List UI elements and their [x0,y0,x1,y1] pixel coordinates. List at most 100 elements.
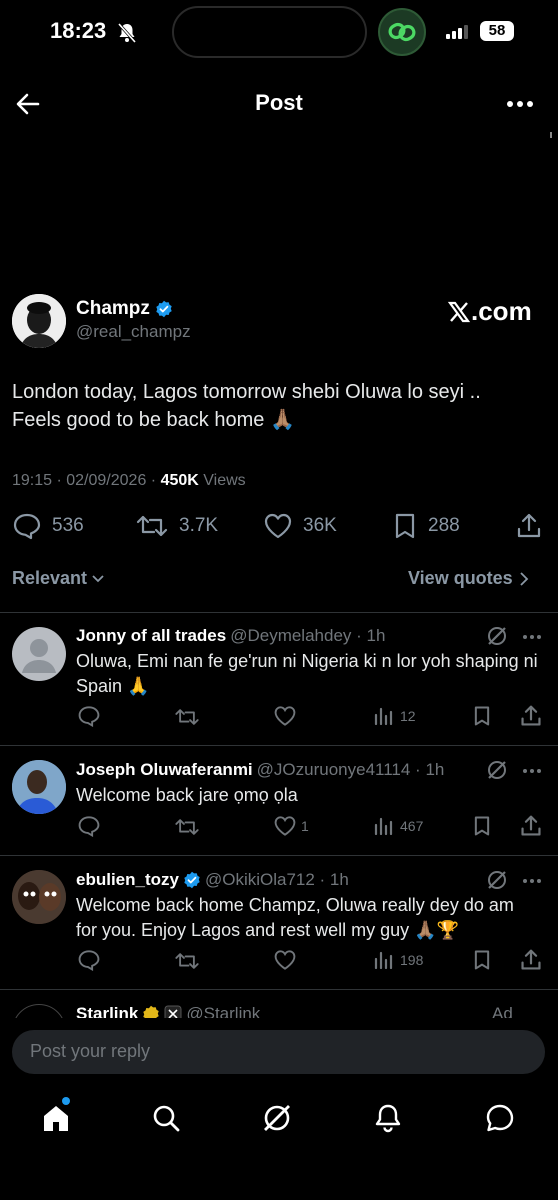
like-count: 36K [303,515,337,536]
tab-home[interactable] [38,1100,74,1136]
share-button[interactable] [516,512,542,540]
grok-icon [488,627,506,645]
reply-like-count: 1 [301,818,309,834]
repost-button[interactable]: 3.7K [135,512,218,540]
bookmark-icon [474,950,490,970]
reply-share-button[interactable] [520,704,542,728]
reply-share-button[interactable] [520,948,542,972]
bell-muted-icon [117,22,137,44]
user-photo-icon [12,760,66,814]
grok-button[interactable] [486,869,508,891]
x-dot-com-watermark: .com [447,296,532,327]
reply-author-name[interactable]: ebulien_tozy [76,870,179,890]
signal-icon [446,25,472,39]
reply-views-count: 198 [400,952,424,968]
reply-button[interactable]: 536 [12,512,84,540]
reply-repost-button[interactable] [174,706,200,728]
bell-icon [375,1104,401,1133]
more-horizontal-icon [507,101,533,107]
sort-dropdown[interactable]: Relevant [12,568,105,589]
reply-bookmark-button[interactable] [472,815,492,837]
reply-icon [13,513,41,540]
reply-count: 536 [52,515,84,536]
view-quotes-label: View quotes [408,568,513,588]
page-title: Post [255,90,303,115]
home-icon [44,1106,68,1131]
tab-messages[interactable] [482,1100,518,1136]
view-quotes-link[interactable]: View quotes [408,568,529,589]
reply-author-name[interactable]: Joseph Oluwaferanmi [76,760,253,780]
reply-handle-time[interactable]: @JOzuruonye41114 · 1h [257,760,445,780]
chevron-down-icon [92,574,104,582]
reply-repost-button[interactable] [174,816,200,838]
reply-composer[interactable] [12,1030,545,1074]
grok-button[interactable] [486,625,508,647]
repost-icon [175,709,199,725]
reply-avatar[interactable] [12,870,66,924]
more-options-button[interactable] [506,100,534,108]
bookmark-icon [474,706,490,726]
divider [0,855,558,856]
link-icon [388,22,416,42]
reply-share-button[interactable] [520,814,542,838]
reply-icon [78,706,100,727]
reply-views-button[interactable]: 12 [374,707,416,725]
user-photo-icon [12,870,66,924]
bookmark-button[interactable]: 288 [392,512,460,540]
source-text: .com [471,296,532,326]
author-avatar[interactable] [12,294,66,348]
reply-views-button[interactable]: 467 [374,817,423,835]
views-chart-icon [374,817,393,835]
share-icon [521,705,541,726]
share-icon [517,513,541,538]
reply-like-button[interactable] [273,949,301,971]
author-name-row[interactable]: Champz [76,298,173,320]
like-button[interactable]: 36K [263,512,337,540]
views-label: Views [198,472,246,489]
grok-icon [488,761,506,779]
reply-views-button[interactable]: 198 [374,951,423,969]
bookmark-icon [395,513,415,539]
author-name[interactable]: Champz [76,298,150,320]
chat-bubble-icon [486,1104,514,1132]
reply-text: Oluwa, Emi nan fe ge'run ni Nigeria ki n… [76,651,538,696]
more-horizontal-icon [523,879,541,883]
views-chart-icon [374,707,393,725]
reply-avatar[interactable] [12,627,66,681]
active-app-indicator[interactable] [378,8,426,56]
reply-bookmark-button[interactable] [472,705,492,727]
reply-reply-button[interactable] [77,815,101,837]
divider [0,612,558,613]
post-text-line: London today, Lagos tomorrow shebi Oluwa… [12,381,481,403]
reply-repost-button[interactable] [174,950,200,972]
reply-header: Joseph Oluwaferanmi @JOzuruonye41114 · 1… [76,760,444,780]
author-handle[interactable]: @real_champz [76,322,191,342]
reply-handle-time[interactable]: @OkikiOla712 · 1h [205,870,349,890]
status-time: 18:23 [50,18,107,43]
reply-reply-button[interactable] [77,949,101,971]
tab-notifications[interactable] [370,1100,406,1136]
reply-like-button[interactable] [273,705,301,727]
reply-avatar[interactable] [12,760,66,814]
search-icon [153,1105,180,1132]
bookmark-count: 288 [428,515,460,536]
reply-reply-button[interactable] [77,705,101,727]
tab-search[interactable] [148,1100,184,1136]
grok-button[interactable] [486,759,508,781]
tab-grok[interactable] [259,1100,295,1136]
reply-bookmark-button[interactable] [472,949,492,971]
repost-icon [175,953,199,969]
heart-icon [274,706,296,726]
reply-more-button[interactable] [522,768,542,774]
repost-icon [136,515,168,537]
verified-badge-icon [156,300,172,318]
reply-more-button[interactable] [522,878,542,884]
reply-more-button[interactable] [522,634,542,640]
reply-views-count: 467 [400,818,424,834]
reply-handle-time[interactable]: @Deymelahdey · 1h [230,626,385,646]
reply-author-name[interactable]: Jonny of all trades [76,626,226,646]
reply-like-button[interactable]: 1 [273,815,309,837]
x-logo-icon [447,301,471,322]
reply-input[interactable] [30,1041,527,1062]
bookmark-icon [474,816,490,836]
